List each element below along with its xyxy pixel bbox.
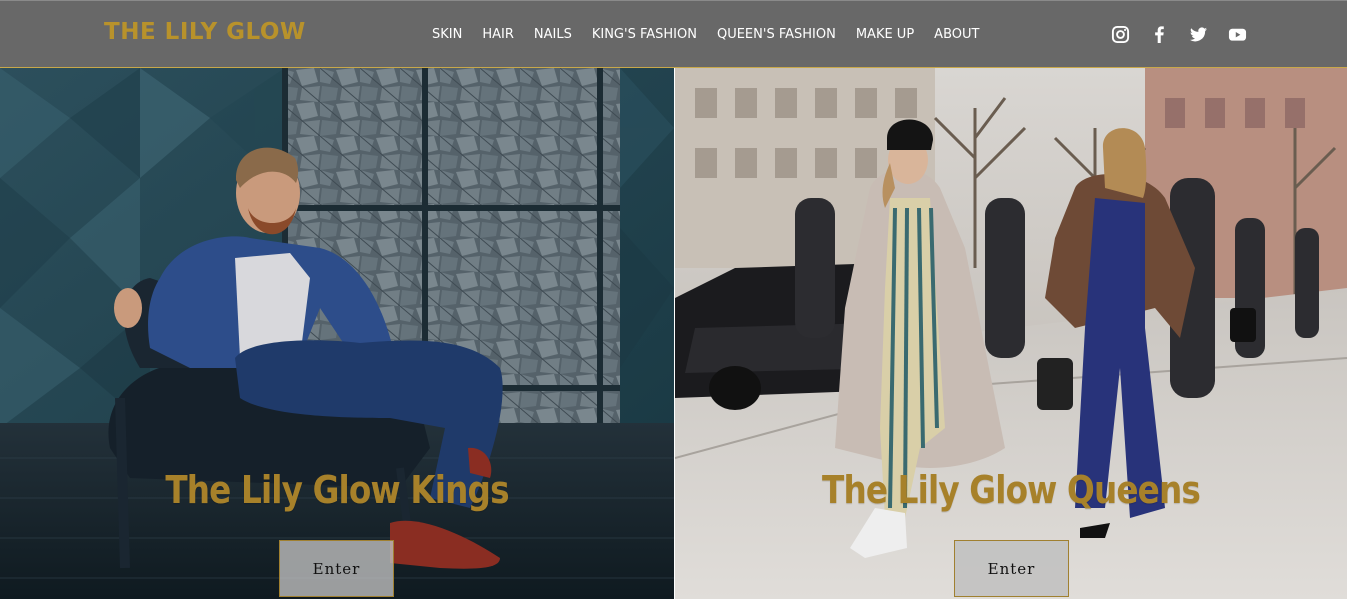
main-nav: SKIN HAIR NAILS KING'S FASHION QUEEN'S F… bbox=[432, 27, 999, 45]
kings-title: The Lily Glow Kings bbox=[165, 468, 509, 512]
twitter-icon[interactable] bbox=[1189, 25, 1208, 44]
facebook-icon[interactable] bbox=[1150, 25, 1169, 44]
nav-item-hair[interactable]: HAIR bbox=[482, 27, 514, 45]
youtube-icon[interactable] bbox=[1228, 25, 1247, 44]
kings-hero-image bbox=[0, 68, 674, 599]
queens-panel[interactable]: The Lily Glow Queens Enter bbox=[675, 68, 1347, 599]
kings-panel[interactable]: The Lily Glow Kings Enter bbox=[0, 68, 674, 599]
social-links bbox=[1111, 25, 1247, 44]
nav-item-queens-fashion[interactable]: QUEEN'S FASHION bbox=[717, 27, 836, 45]
nav-item-nails[interactable]: NAILS bbox=[534, 27, 572, 45]
queens-enter-button[interactable]: Enter bbox=[954, 540, 1069, 597]
kings-enter-button[interactable]: Enter bbox=[279, 540, 394, 597]
site-logo[interactable]: THE LILY GLOW bbox=[104, 19, 306, 45]
nav-item-kings-fashion[interactable]: KING'S FASHION bbox=[592, 27, 697, 45]
queens-title: The Lily Glow Queens bbox=[822, 468, 1201, 512]
nav-item-skin[interactable]: SKIN bbox=[432, 27, 462, 45]
nav-item-about[interactable]: ABOUT bbox=[934, 27, 979, 45]
nav-item-make-up[interactable]: MAKE UP bbox=[856, 27, 914, 45]
instagram-icon[interactable] bbox=[1111, 25, 1130, 44]
site-header: THE LILY GLOW SKIN HAIR NAILS KING'S FAS… bbox=[0, 0, 1347, 68]
queens-hero-image bbox=[675, 68, 1347, 599]
